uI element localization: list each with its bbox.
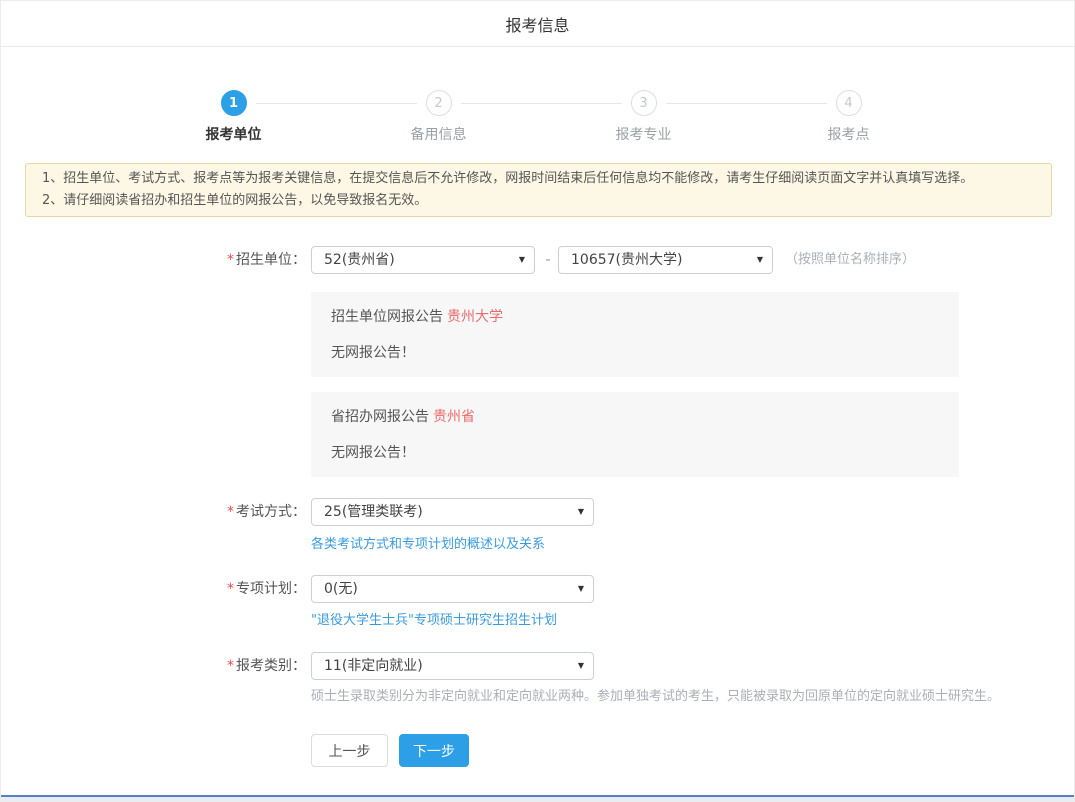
key-info-notice: 1、招生单位、考试方式、报考点等为报考关键信息，在提交信息后不允许修改，网报时间…	[25, 163, 1052, 217]
notice-line-1: 1、招生单位、考试方式、报考点等为报考关键信息，在提交信息后不允许修改，网报时间…	[42, 168, 1035, 190]
step-2-backup-info: 2 备用信息	[336, 90, 541, 144]
application-info-page: 报考信息 1 报考单位 2 备用信息 3 报考专业 4 报考点 1、招生单位、考…	[0, 0, 1075, 802]
exam-method-select[interactable]: 25(管理类联考) ▼	[311, 498, 594, 526]
step-3-label: 报考专业	[616, 124, 672, 144]
province-announcement-body: 无网报公告！	[331, 445, 939, 461]
province-select[interactable]: 52(贵州省) ▼	[311, 246, 535, 274]
required-asterisk: *	[227, 252, 234, 268]
province-announcement-title-text: 省招办网报公告	[331, 409, 429, 425]
step-4-exam-site: 4 报考点	[746, 90, 951, 144]
dropdown-arrow-icon: ▼	[578, 653, 584, 679]
dropdown-arrow-icon: ▼	[519, 247, 525, 273]
step-2-circle: 2	[426, 90, 452, 116]
special-plan-select-value: 0(无)	[324, 581, 358, 597]
required-asterisk: *	[227, 658, 234, 674]
unit-announcement-title: 招生单位网报公告贵州大学	[331, 309, 939, 325]
province-announcement-highlight: 贵州省	[433, 409, 475, 425]
next-step-button[interactable]: 下一步	[399, 734, 469, 767]
exam-method-info-link[interactable]: 各类考试方式和专项计划的概述以及关系	[311, 537, 545, 553]
required-asterisk: *	[227, 504, 234, 520]
unit-select-value: 10657(贵州大学)	[571, 252, 682, 268]
step-1-number: 1	[229, 96, 238, 111]
exam-row-label: *考试方式：	[1, 498, 306, 526]
step-3-circle: 3	[631, 90, 657, 116]
veteran-plan-link[interactable]: "退役大学生士兵"专项硕士研究生招生计划	[311, 613, 557, 629]
step-4-label: 报考点	[828, 124, 870, 144]
page-title: 报考信息	[505, 12, 569, 36]
unit-select[interactable]: 10657(贵州大学) ▼	[558, 246, 773, 274]
unit-label-text: 招生单位：	[236, 252, 306, 268]
step-3-major: 3 报考专业	[541, 90, 746, 144]
province-announcement-title: 省招办网报公告贵州省	[331, 409, 939, 425]
category-select[interactable]: 11(非定向就业) ▼	[311, 652, 594, 680]
category-note: 硕士生录取类别分为非定向就业和定向就业两种。参加单独考试的考生，只能被录取为回原…	[311, 689, 1050, 705]
step-3-number: 3	[639, 96, 647, 111]
step-4-circle: 4	[836, 90, 862, 116]
category-label-text: 报考类别：	[236, 658, 306, 674]
dropdown-arrow-icon: ▼	[578, 576, 584, 602]
unit-announcement-body: 无网报公告！	[331, 345, 939, 361]
special-plan-row-label: *专项计划：	[1, 575, 306, 603]
step-4-number: 4	[844, 96, 852, 111]
category-row-label: *报考类别：	[1, 652, 306, 680]
exam-label-text: 考试方式：	[236, 504, 306, 520]
select-separator: -	[542, 246, 554, 274]
step-2-number: 2	[434, 96, 442, 111]
page-header: 报考信息	[1, 1, 1074, 47]
step-1-unit: 1 报考单位	[131, 90, 336, 144]
unit-announcement-highlight: 贵州大学	[447, 309, 503, 325]
unit-announcement-title-text: 招生单位网报公告	[331, 309, 443, 325]
province-select-value: 52(贵州省)	[324, 252, 395, 268]
special-plan-label-text: 专项计划：	[236, 581, 306, 597]
required-asterisk: *	[227, 581, 234, 597]
step-1-circle: 1	[221, 90, 247, 116]
category-select-value: 11(非定向就业)	[324, 658, 423, 674]
unit-announcement-panel: 招生单位网报公告贵州大学 无网报公告！	[311, 292, 959, 377]
step-1-label: 报考单位	[206, 124, 262, 144]
stepper: 1 报考单位 2 备用信息 3 报考专业 4 报考点	[131, 90, 951, 144]
unit-row-label: *招生单位：	[1, 246, 306, 274]
prev-step-button[interactable]: 上一步	[311, 734, 388, 767]
province-announcement-panel: 省招办网报公告贵州省 无网报公告！	[311, 392, 959, 477]
unit-sort-hint: （按照单位名称排序）	[785, 246, 915, 274]
notice-line-2: 2、请仔细阅读省招办和招生单位的网报公告，以免导致报名无效。	[42, 190, 1035, 212]
dropdown-arrow-icon: ▼	[757, 247, 763, 273]
dropdown-arrow-icon: ▼	[578, 499, 584, 525]
step-2-label: 备用信息	[411, 124, 467, 144]
exam-method-select-value: 25(管理类联考)	[324, 504, 423, 520]
special-plan-select[interactable]: 0(无) ▼	[311, 575, 594, 603]
footer-divider-sub	[1, 797, 1074, 802]
